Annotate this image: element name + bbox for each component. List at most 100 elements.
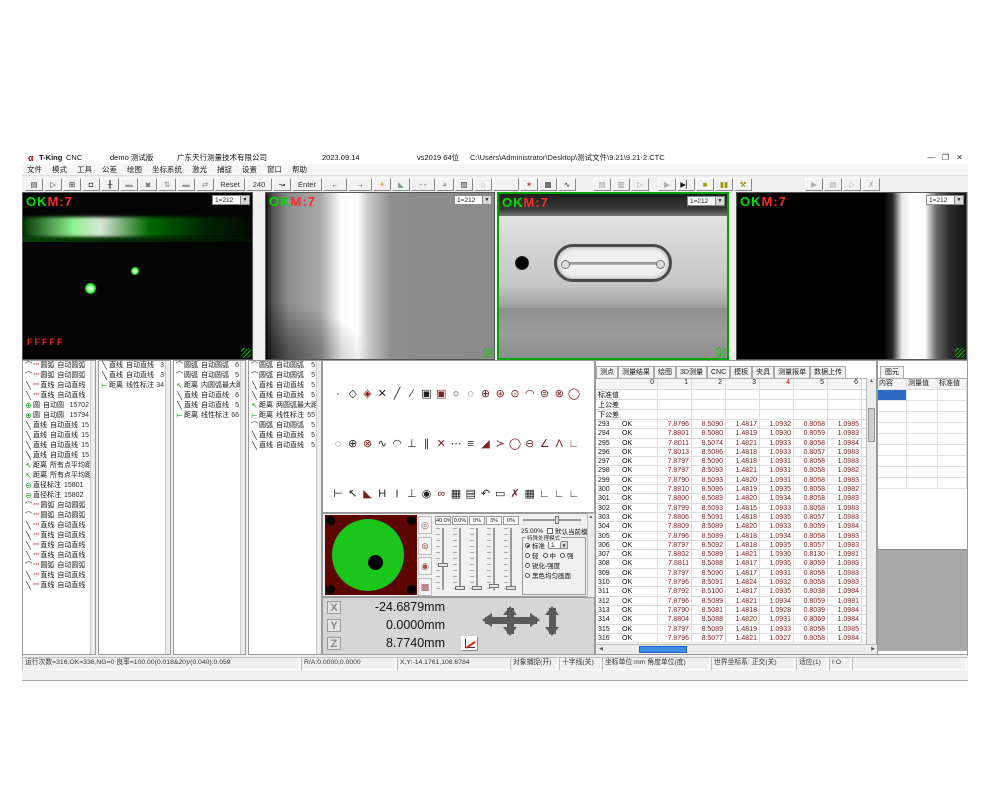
toolbar-blank-button[interactable] — [493, 178, 519, 191]
feature-list-item[interactable]: ╲直线自动直线3 — [99, 361, 170, 371]
element-row[interactable] — [878, 401, 967, 412]
toolbar-enter-button[interactable]: Enter — [292, 178, 322, 191]
light-slider-thumb[interactable] — [438, 563, 448, 567]
ring-light-display[interactable] — [325, 515, 417, 595]
light-slider-track[interactable] — [493, 528, 495, 590]
toolbar-axis-move-button[interactable]: ⇅ — [158, 178, 176, 191]
toolbar-save-grey-button[interactable]: ▤ — [593, 178, 611, 191]
element-tab[interactable]: 图元 — [880, 366, 904, 378]
feature-list-item[interactable]: ╲***直线自动直线 — [23, 541, 95, 551]
toolbar-probe-button[interactable]: ◘ — [82, 178, 100, 191]
tool-icon[interactable]: ∟ — [538, 486, 552, 502]
element-row[interactable] — [878, 467, 967, 478]
tool-icon[interactable]: ◌ — [331, 436, 345, 452]
camera-pane-4[interactable]: OKM:71=212▼ — [736, 192, 967, 360]
scroll-left-icon[interactable]: ◀ — [596, 645, 606, 654]
tool-icon[interactable]: ◉ — [420, 486, 434, 502]
results-data-row[interactable]: 296OK7.80138.50861.48181.09330.80571.098… — [596, 448, 866, 457]
menu-item-窗口[interactable]: 窗口 — [262, 164, 287, 176]
light-slider-4[interactable]: 3% — [486, 516, 502, 595]
status-segment[interactable]: 适应(1) — [796, 657, 828, 670]
menu-item-激光[interactable]: 激光 — [187, 164, 212, 176]
mode-standard-radio[interactable] — [525, 543, 530, 548]
toolbar-open2-button[interactable]: ▷ — [843, 178, 861, 191]
toolbar-jog-left-button[interactable]: ← — [323, 178, 347, 191]
results-data-row[interactable]: 305OK7.87968.50891.48181.09340.80581.098… — [596, 532, 866, 541]
tool-icon[interactable]: ⊥ — [405, 436, 419, 452]
tool-icon[interactable]: ∠ — [538, 436, 552, 452]
toolbar-save2-button[interactable]: ▤ — [824, 178, 842, 191]
light-slider-thumb[interactable] — [506, 586, 516, 590]
feature-list-item[interactable]: ╲***直线自动直线 — [23, 531, 95, 541]
feature-list-item[interactable]: ⊢距离线性标注66 — [174, 411, 245, 421]
tool-icon[interactable]: ✗ — [508, 486, 522, 502]
tool-icon[interactable]: ✕ — [375, 386, 389, 402]
results-data-row[interactable]: 294OK7.88018.50801.48191.09300.80591.098… — [596, 429, 866, 438]
light-slider-1[interactable]: 40.0% — [435, 516, 451, 595]
light-slider-5[interactable]: 0% — [503, 516, 519, 595]
tool-icon[interactable]: ◠ — [523, 386, 537, 402]
tool-icon[interactable]: ▦ — [449, 486, 463, 502]
feature-list-scrollbar[interactable] — [165, 361, 170, 654]
element-row[interactable] — [878, 456, 967, 467]
toolbar-stage-button[interactable]: ⊞ — [63, 178, 81, 191]
feature-list-item[interactable]: ⌒圆弧自动圆弧5 — [249, 421, 321, 431]
camera-resize-grip[interactable] — [955, 348, 965, 358]
menu-item-坐标系统[interactable]: 坐标系统 — [147, 164, 187, 176]
feature-list-item[interactable]: ↖距离所有点平均距 — [23, 471, 95, 481]
feature-list-item[interactable]: ⌒***圆弧自动圆弧 — [23, 561, 95, 571]
camera-zoom-dropdown[interactable]: 1=212▼ — [926, 195, 964, 205]
tool-icon[interactable]: ∟ — [567, 436, 581, 452]
tool-icon[interactable]: ⋯ — [449, 436, 463, 452]
camera-pane-2[interactable]: OKM:71=212▼ — [265, 192, 495, 360]
feature-list-item[interactable]: ╲直线自动直线5 — [174, 401, 245, 411]
results-tab-3D测量[interactable]: 3D测量 — [676, 366, 707, 378]
tool-icon[interactable]: ▣ — [420, 386, 434, 402]
results-vscroll-thumb[interactable] — [868, 408, 875, 442]
feature-list-item[interactable]: ╲***直线自动直线 — [23, 581, 95, 591]
feature-list-item[interactable]: ╲直线自动直线5 — [249, 381, 321, 391]
tool-icon[interactable]: ╱ — [390, 386, 404, 402]
element-row[interactable] — [878, 412, 967, 423]
menu-item-工具[interactable]: 工具 — [72, 164, 97, 176]
light-ring-icon[interactable]: ⊚ — [418, 537, 432, 555]
tool-icon[interactable]: ⊜ — [538, 386, 552, 402]
zoom-slider-thumb[interactable] — [555, 516, 559, 524]
maximize-button[interactable]: ❐ — [939, 152, 952, 164]
menu-item-捕捉[interactable]: 捕捉 — [212, 164, 237, 176]
tool-icon[interactable]: ▣ — [434, 386, 448, 402]
tool-icon[interactable]: ✕ — [434, 436, 448, 452]
tool-icon[interactable]: ≻ — [493, 436, 507, 452]
results-tab-测量报单[interactable]: 测量报单 — [774, 366, 810, 378]
toolbar-dither-button[interactable]: ▩ — [539, 178, 557, 191]
status-segment[interactable]: 十字线(关) — [559, 657, 601, 670]
mode-black-radio[interactable] — [525, 573, 530, 578]
toolbar-play2-button[interactable]: ▶ — [805, 178, 823, 191]
toolbar-curve-button[interactable]: ↝ — [273, 178, 291, 191]
toolbar-clamp-button[interactable]: ╂ — [101, 178, 119, 191]
tool-icon[interactable]: ↖ — [346, 486, 360, 502]
toolbar-block-button[interactable]: ▬ — [120, 178, 138, 191]
feature-list-item[interactable]: ╲直线自动直线15 — [23, 441, 95, 451]
tool-icon[interactable]: ∞ — [434, 486, 448, 502]
results-data-row[interactable]: 304OK7.88098.50891.48201.09330.80591.098… — [596, 522, 866, 531]
toolbar-play-to-end-button[interactable]: ▶▏ — [677, 178, 695, 191]
light-ring-icon[interactable]: ◉ — [418, 557, 432, 575]
tool-icon[interactable]: ∿ — [375, 436, 389, 452]
tool-icon[interactable]: ∕ — [405, 386, 419, 402]
light-slider-thumb[interactable] — [489, 584, 499, 588]
menu-item-绘图[interactable]: 绘图 — [122, 164, 147, 176]
tool-icon[interactable]: ▦ — [523, 486, 537, 502]
tool-icon[interactable]: Λ — [552, 436, 566, 452]
camera-zoom-dropdown[interactable]: 1=212▼ — [212, 195, 250, 205]
feature-list-item[interactable]: ⊢距离线性标注34 — [99, 381, 170, 391]
zoom-slider[interactable] — [523, 519, 581, 521]
tool-icon[interactable]: ∟ — [552, 486, 566, 502]
menu-item-设置[interactable]: 设置 — [237, 164, 262, 176]
feature-list-item[interactable]: ⊕圆自动圆15794 — [23, 411, 95, 421]
feature-list-item[interactable]: ╲直线自动直线5 — [249, 431, 321, 441]
results-fixed-row[interactable]: 标准值 — [596, 390, 866, 400]
tool-icon[interactable]: ▤ — [464, 486, 478, 502]
toolbar-save-button[interactable]: ▤ — [25, 178, 43, 191]
toolbar-open-button[interactable]: ▷ — [44, 178, 62, 191]
